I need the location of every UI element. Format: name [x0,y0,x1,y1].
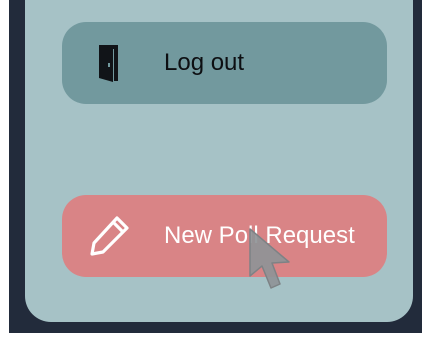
logout-label: Log out [164,49,245,76]
new-poll-label: New Poll Request [164,222,355,249]
door-exit-icon [99,45,118,82]
logout-button[interactable]: Log out [62,22,387,104]
app-background: Log out New Poll Request [9,0,422,333]
menu-panel: Log out New Poll Request [25,0,413,322]
new-poll-request-button[interactable]: New Poll Request [62,195,387,277]
pencil-icon [90,216,129,256]
